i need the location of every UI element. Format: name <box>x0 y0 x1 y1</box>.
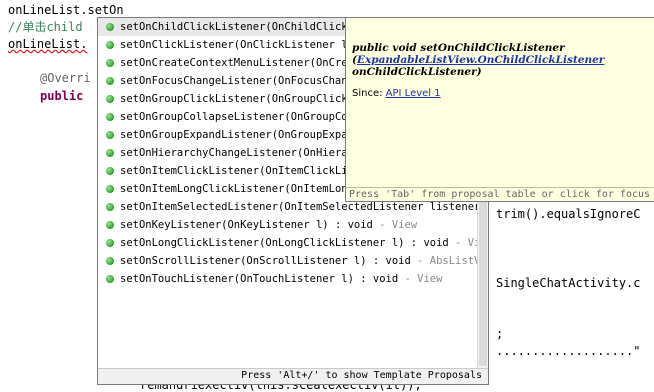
public-method-icon <box>106 41 114 49</box>
api-level-link[interactable]: API Level 1 <box>386 88 441 99</box>
public-method-icon <box>106 113 114 121</box>
code-fragment-2: SingleChatActivity.c <box>496 276 641 290</box>
public-method-icon <box>106 185 114 193</box>
public-method-icon <box>106 275 114 283</box>
focus-hint: Press 'Tab' from proposal table or click… <box>346 187 654 201</box>
public-method-icon <box>106 77 114 85</box>
code-line-3: onLineList. <box>8 37 88 51</box>
proposal-item[interactable]: setOnTouchListener(OnTouchListener l) : … <box>98 270 480 288</box>
param-type-link[interactable]: ExpandableListView.OnChildClickListener <box>357 54 604 66</box>
code-fragment-3: ; <box>496 327 504 341</box>
public-method-icon <box>106 149 114 157</box>
public-method-icon <box>106 167 114 175</box>
public-method-icon <box>106 131 114 139</box>
method-signature: public void setOnChildClickListener (Exp… <box>352 42 605 78</box>
proposal-item[interactable]: setOnKeyListener(OnKeyListener l) : void… <box>98 216 480 234</box>
proposal-item[interactable]: setOnScrollListener(OnScrollListener l) … <box>98 252 480 270</box>
public-method-icon <box>106 203 114 211</box>
public-method-icon <box>106 59 114 67</box>
code-line-5: public <box>40 89 84 103</box>
public-method-icon <box>106 257 114 265</box>
proposal-item[interactable]: setOnLongClickListener(OnLongClickListen… <box>98 234 480 252</box>
public-method-icon <box>106 95 114 103</box>
since-info: Since: API Level 1 <box>352 88 441 99</box>
code-fragment-1: trim().equalsIgnoreC <box>496 207 641 221</box>
javadoc-hover[interactable]: public void setOnChildClickListener (Exp… <box>345 17 654 202</box>
javadoc-content: public void setOnChildClickListener (Exp… <box>352 42 649 100</box>
public-method-icon <box>106 23 114 31</box>
public-method-icon <box>106 239 114 247</box>
code-line-1: onLineList.setOn <box>8 3 124 17</box>
template-proposals-hint: Press 'Alt+/' to show Template Proposals <box>98 368 488 384</box>
code-line-4: @Overri <box>40 71 91 85</box>
code-fragment-4: ..................." <box>496 344 641 358</box>
code-line-2: //单击child <box>8 20 83 34</box>
public-method-icon <box>106 221 114 229</box>
